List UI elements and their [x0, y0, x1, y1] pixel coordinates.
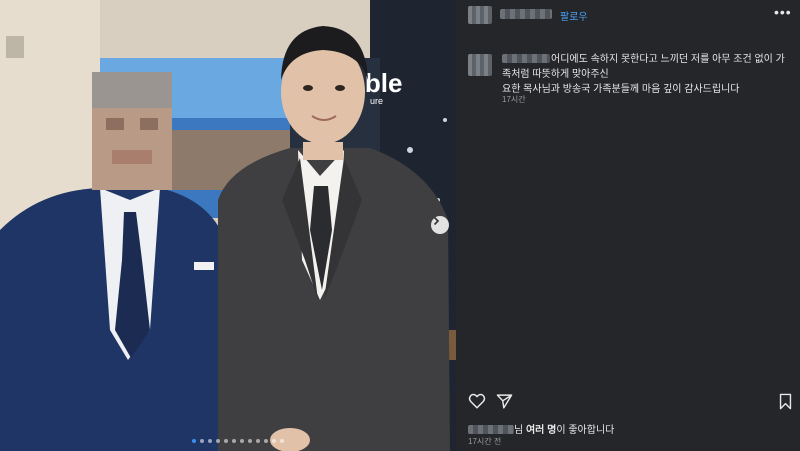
post-viewer: sTable ure: [0, 0, 800, 451]
more-options-icon[interactable]: •••: [774, 4, 792, 20]
carousel-dot: [200, 439, 204, 443]
caption-line-2: 요한 목사님과 방송국 가족분들께 마음 깊이 감사드립니다: [502, 84, 740, 95]
follow-button[interactable]: 팔로우: [560, 8, 588, 23]
carousel-dot: [232, 439, 236, 443]
carousel-dot: [224, 439, 228, 443]
carousel-dot: [216, 439, 220, 443]
carousel-dot: [272, 439, 276, 443]
carousel-dot: [208, 439, 212, 443]
caption-text: 어디에도 속하지 못한다고 느끼던 저를 아무 조건 없이 가족처럼 따뜻하게 …: [502, 52, 792, 97]
carousel-dot: [192, 439, 196, 443]
heart-icon[interactable]: [468, 392, 486, 410]
post-photo[interactable]: sTable ure: [0, 0, 456, 451]
poster-subtext: ure: [370, 96, 383, 106]
likes-summary: 님 여러 명이 좋아합니다: [468, 421, 614, 436]
likes-text-suffix: 이 좋아합니다: [556, 425, 615, 436]
carousel-dot: [280, 439, 284, 443]
photo-illustration: sTable ure: [0, 0, 456, 451]
carousel-dot: [240, 439, 244, 443]
post-side-panel: 팔로우 ••• 어디에도 속하지 못한다고 느끼던 저를 아무 조건 없이 가족…: [456, 0, 800, 451]
share-icon[interactable]: [496, 393, 513, 410]
carousel-dot: [256, 439, 260, 443]
carousel-indicator: [192, 439, 284, 443]
likes-text-prefix: 님: [514, 425, 526, 436]
caption-username-redacted[interactable]: [502, 54, 550, 63]
liker-username-redacted[interactable]: [468, 425, 514, 434]
author-avatar[interactable]: [468, 6, 492, 24]
post-actions: [468, 392, 794, 414]
carousel-dot: [248, 439, 252, 443]
bookmark-icon[interactable]: [778, 393, 793, 410]
post-timestamp: 17시간 전: [468, 437, 502, 446]
likes-count-link[interactable]: 여러 명: [526, 425, 556, 436]
next-photo-button[interactable]: [431, 216, 449, 234]
caption-timestamp: 17시간: [502, 95, 526, 104]
post-header: 팔로우 •••: [456, 0, 800, 30]
caption-author-avatar[interactable]: [468, 54, 492, 76]
author-username-redacted[interactable]: [500, 9, 552, 19]
carousel-dot: [264, 439, 268, 443]
chevron-right-icon: [433, 216, 440, 226]
